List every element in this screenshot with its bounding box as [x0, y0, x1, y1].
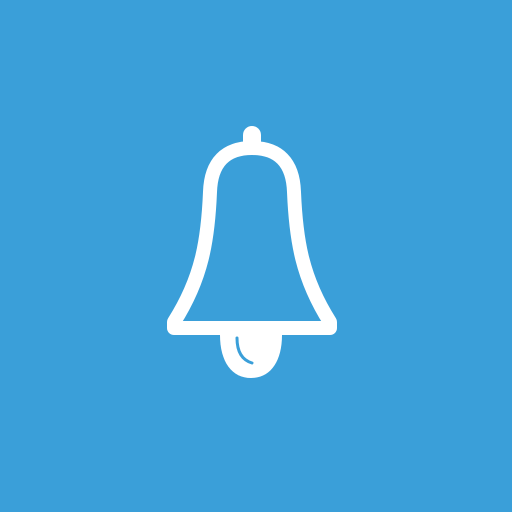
bell-body — [167, 141, 337, 335]
bell-knob — [243, 126, 261, 152]
app-icon-tile[interactable] — [0, 0, 512, 512]
bell-clapper — [220, 335, 282, 378]
bell-icon — [167, 126, 337, 378]
